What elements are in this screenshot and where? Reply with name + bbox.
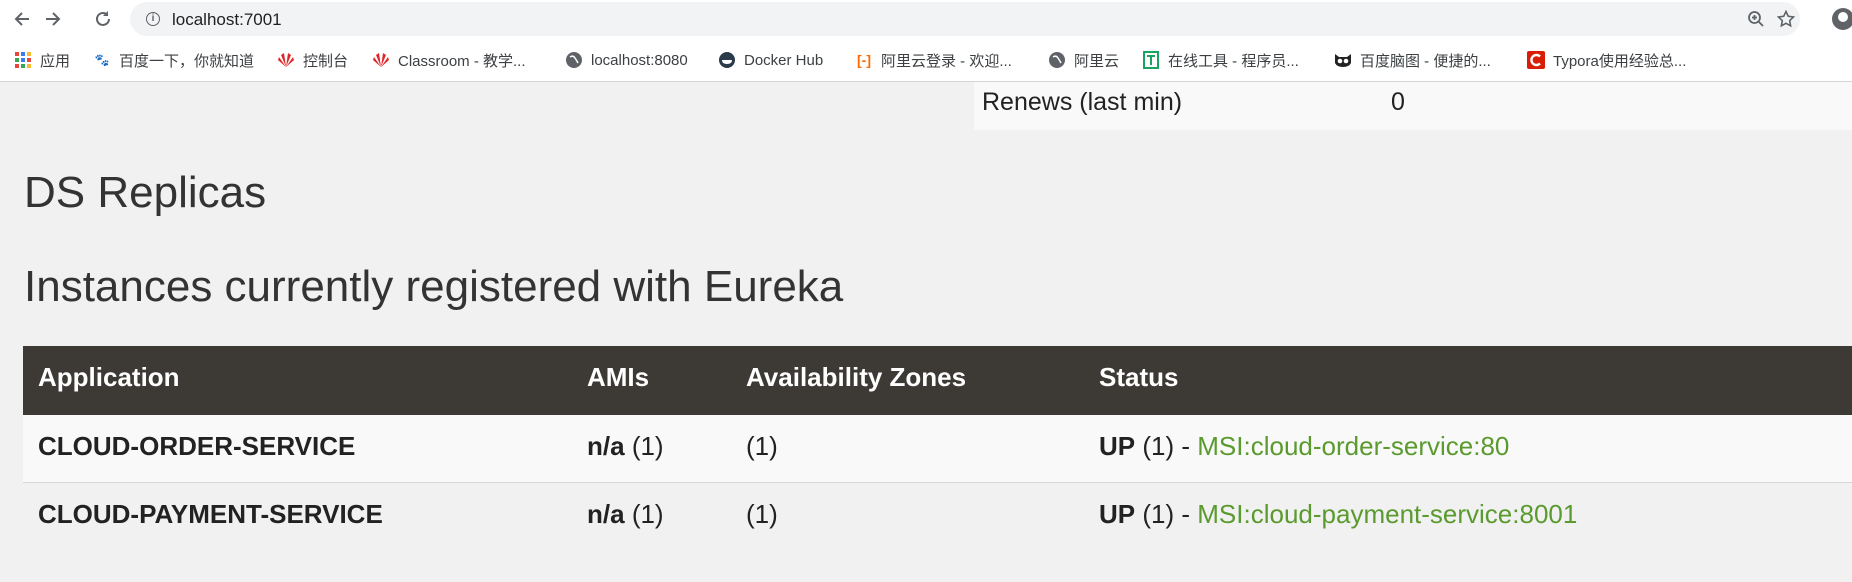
bookmark-label: 控制台 (303, 52, 349, 70)
status-value: UP (1099, 431, 1136, 461)
status-count: (1) - (1142, 499, 1191, 529)
renews-value: 0 (1391, 88, 1405, 116)
instances-heading: Instances currently registered with Eure… (24, 262, 844, 311)
aliyun-icon: [-] (857, 52, 871, 68)
bookmark-label: 在线工具 - 程序员... (1168, 52, 1299, 70)
huawei-icon (372, 51, 390, 69)
bookmark-aliyun[interactable]: 阿里云 (1048, 50, 1119, 70)
site-info-icon[interactable]: i (146, 12, 160, 26)
ami-count: (1) (631, 431, 664, 461)
column-header-status: Status (1099, 362, 1179, 392)
bookmark-online-tools[interactable]: 在线工具 - 程序员... (1142, 50, 1299, 70)
address-url[interactable]: localhost:7001 (172, 10, 282, 30)
status-value: UP (1099, 499, 1136, 529)
bookmark-aliyun-login[interactable]: [-] 阿里云登录 - 欢迎... (855, 50, 1012, 70)
bookmark-label: Docker Hub (744, 51, 824, 69)
table-header: Application AMIs Availability Zones Stat… (23, 346, 1852, 415)
bookmark-docker-hub[interactable]: Docker Hub (718, 50, 823, 70)
ami-value: n/a (587, 431, 625, 461)
back-arrow-icon[interactable] (9, 6, 35, 32)
bookmark-typora[interactable]: Typora使用经验总... (1527, 50, 1686, 70)
bookmark-console[interactable]: 控制台 (277, 50, 348, 70)
ds-replicas-heading: DS Replicas (24, 168, 267, 217)
bookmark-label: 百度脑图 - 便捷的... (1360, 52, 1491, 70)
bookmark-label: Typora使用经验总... (1553, 52, 1687, 70)
browser-toolbar: i localhost:7001 (0, 0, 1852, 38)
bookmark-classroom[interactable]: Classroom - 教学... (372, 50, 526, 70)
forward-arrow-icon[interactable] (40, 6, 66, 32)
bookmarks-bar: 应用 🐾 百度一下，你就知道 控制台 Classroom - 教学... loc… (0, 38, 1852, 82)
column-header-availability-zones: Availability Zones (746, 362, 967, 392)
instance-link[interactable]: MSI:cloud-order-service:80 (1197, 431, 1509, 461)
zoom-icon[interactable] (1744, 8, 1768, 30)
bookmark-label: localhost:8080 (591, 51, 688, 69)
tool-icon (1142, 51, 1160, 69)
status-cell: UP (1) - MSI:cloud-order-service:80 (1099, 431, 1509, 462)
huawei-icon (277, 51, 295, 69)
csdn-icon (1527, 51, 1545, 69)
reload-icon[interactable] (90, 6, 116, 32)
bookmark-star-icon[interactable] (1774, 8, 1798, 30)
bookmark-label: 百度一下，你就知道 (119, 52, 255, 70)
address-bar[interactable]: i localhost:7001 (130, 2, 1800, 36)
renews-row: Renews (last min) 0 (974, 82, 1852, 130)
bookmark-label: 阿里云登录 - 欢迎... (881, 52, 1012, 70)
baidu-paw-icon: 🐾 (94, 53, 110, 67)
apps-grid-icon (14, 51, 32, 69)
bookmark-apps[interactable]: 应用 (14, 50, 70, 70)
profile-avatar-icon[interactable] (1832, 8, 1852, 30)
status-count: (1) - (1142, 431, 1191, 461)
bookmark-baidu[interactable]: 🐾 百度一下，你就知道 (93, 50, 255, 70)
bookmark-localhost-8080[interactable]: localhost:8080 (565, 50, 688, 70)
ami-cell: n/a (1) (587, 499, 664, 530)
globe-icon (1048, 51, 1066, 69)
owl-icon (1334, 51, 1352, 69)
bookmark-label: 应用 (40, 52, 71, 70)
instance-link[interactable]: MSI:cloud-payment-service:8001 (1197, 499, 1577, 529)
application-name: CLOUD-PAYMENT-SERVICE (38, 499, 383, 529)
column-header-application: Application (38, 362, 180, 392)
table-row: CLOUD-ORDER-SERVICE n/a (1) (1) UP (1) -… (23, 415, 1852, 483)
application-name: CLOUD-ORDER-SERVICE (38, 431, 356, 461)
ami-cell: n/a (1) (587, 431, 664, 462)
globe-icon (565, 51, 583, 69)
table-row: CLOUD-PAYMENT-SERVICE n/a (1) (1) UP (1)… (23, 483, 1852, 551)
docker-icon (718, 51, 736, 69)
zones-cell: (1) (746, 499, 778, 529)
bookmark-baidu-naotu[interactable]: 百度脑图 - 便捷的... (1334, 50, 1491, 70)
ami-value: n/a (587, 499, 625, 529)
instances-table: Application AMIs Availability Zones Stat… (23, 346, 1852, 551)
bookmark-label: 阿里云 (1074, 52, 1120, 70)
bookmark-label: Classroom - 教学... (398, 52, 526, 70)
zones-cell: (1) (746, 431, 778, 461)
ami-count: (1) (631, 499, 664, 529)
column-header-amis: AMIs (587, 362, 650, 392)
status-cell: UP (1) - MSI:cloud-payment-service:8001 (1099, 499, 1577, 530)
renews-label: Renews (last min) (982, 88, 1183, 116)
